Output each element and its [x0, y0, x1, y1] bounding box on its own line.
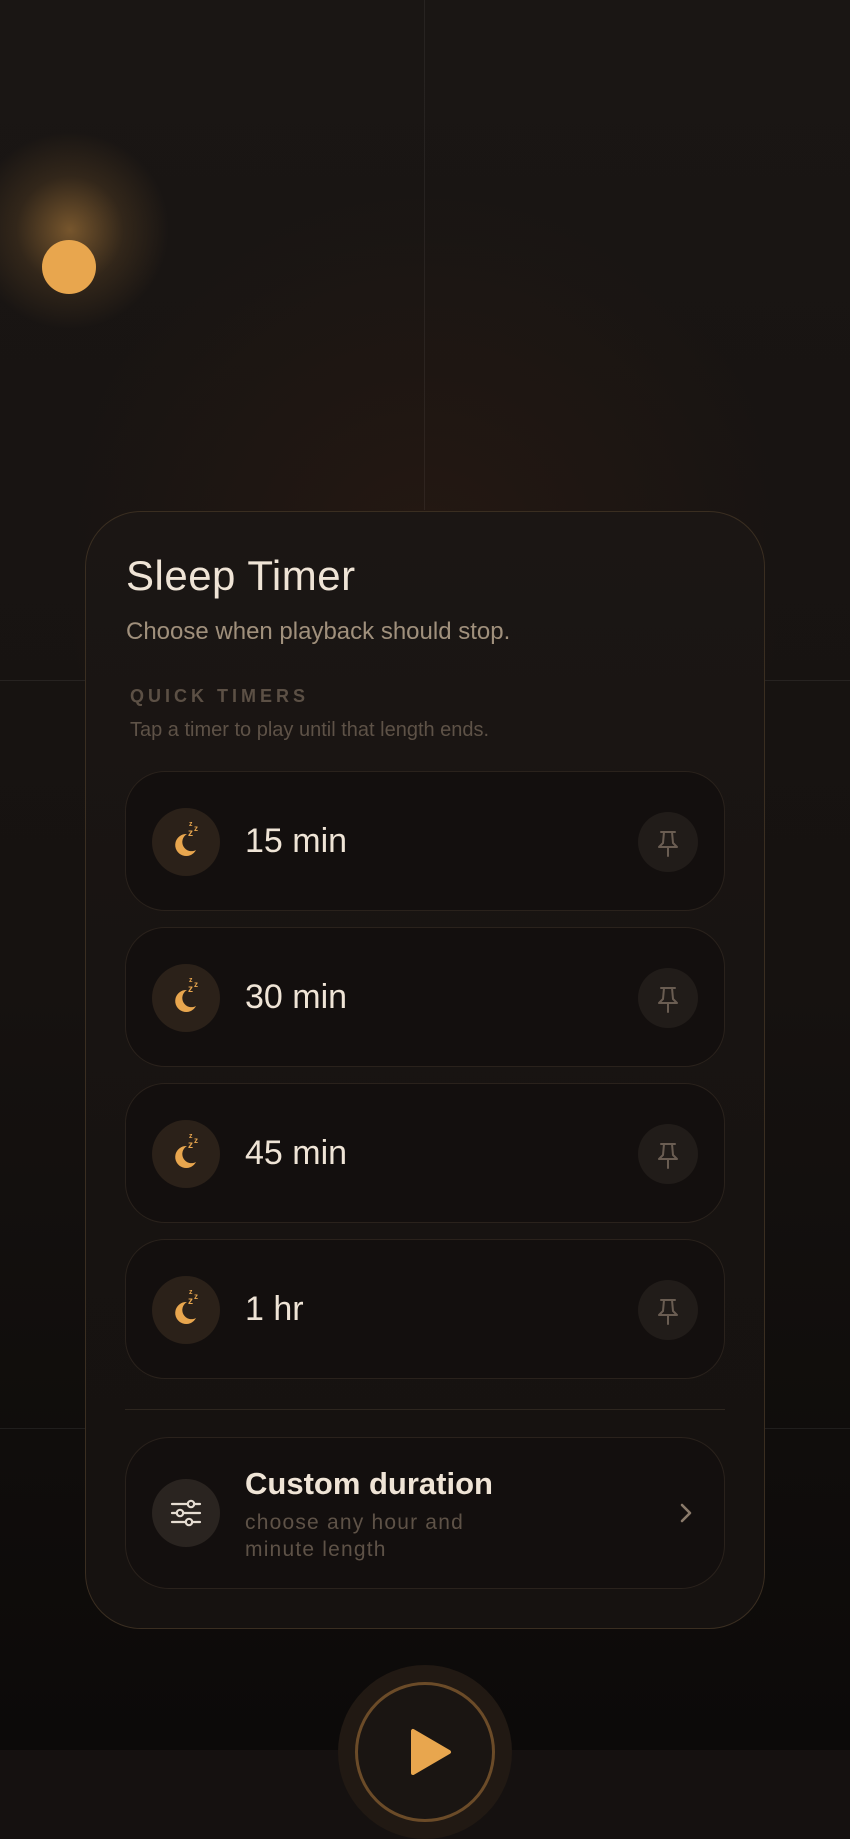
- grid-line: [424, 0, 425, 510]
- pin-icon: [658, 987, 678, 1013]
- timer-label: 1 hr: [245, 1290, 304, 1328]
- play-button[interactable]: [355, 1682, 495, 1822]
- chevron-right-icon: [680, 1503, 692, 1523]
- timer-label: 30 min: [245, 978, 348, 1016]
- pin-button[interactable]: [638, 968, 698, 1028]
- svg-text:z: z: [189, 821, 193, 828]
- custom-duration-description: choose any hour and minute length: [245, 1511, 464, 1561]
- sheet-title: Sleep Timer: [126, 552, 356, 599]
- svg-text:z: z: [189, 1289, 193, 1296]
- pin-button[interactable]: [638, 812, 698, 872]
- sleep-moon-icon: z z z: [152, 964, 220, 1032]
- timer-label: 45 min: [245, 1134, 348, 1172]
- play-icon: [411, 1729, 451, 1775]
- section-hint: Tap a timer to play until that length en…: [130, 719, 490, 741]
- svg-text:z: z: [194, 824, 198, 833]
- pin-icon: [658, 1143, 678, 1169]
- svg-text:z: z: [194, 980, 198, 989]
- pin-button[interactable]: [638, 1124, 698, 1184]
- svg-text:z: z: [194, 1292, 198, 1301]
- svg-text:z: z: [189, 977, 193, 984]
- svg-text:z: z: [188, 1296, 193, 1307]
- svg-text:z: z: [188, 984, 193, 995]
- timer-option-1-hr[interactable]: z z z 1 hr: [125, 1239, 725, 1379]
- custom-duration-title: Custom duration: [245, 1466, 493, 1501]
- svg-text:z: z: [188, 1140, 193, 1151]
- svg-text:z: z: [194, 1136, 198, 1145]
- pin-button[interactable]: [638, 1280, 698, 1340]
- pin-icon: [658, 1299, 678, 1325]
- sleep-moon-icon: z z z: [152, 1276, 220, 1344]
- sliders-icon: [152, 1479, 220, 1547]
- sheet-subtitle: Choose when playback should stop.: [126, 618, 511, 645]
- sleep-moon-icon: z z z: [152, 808, 220, 876]
- timer-label: 15 min: [245, 822, 348, 860]
- section-label: QUICK TIMERS: [130, 686, 310, 706]
- sleep-moon-icon: z z z: [152, 1120, 220, 1188]
- svg-text:z: z: [188, 828, 193, 839]
- divider: [125, 1409, 725, 1410]
- timer-option-15-min[interactable]: z z z 15 min: [125, 771, 725, 911]
- timer-option-30-min[interactable]: z z z 30 min: [125, 927, 725, 1067]
- timer-option-45-min[interactable]: z z z 45 min: [125, 1083, 725, 1223]
- sleep-timer-sheet: Sleep Timer Choose when playback should …: [85, 511, 765, 1629]
- pin-icon: [658, 831, 678, 857]
- custom-duration-button[interactable]: Custom duration choose any hour and minu…: [125, 1437, 725, 1589]
- ambient-orb: [42, 240, 96, 294]
- svg-text:z: z: [189, 1133, 193, 1140]
